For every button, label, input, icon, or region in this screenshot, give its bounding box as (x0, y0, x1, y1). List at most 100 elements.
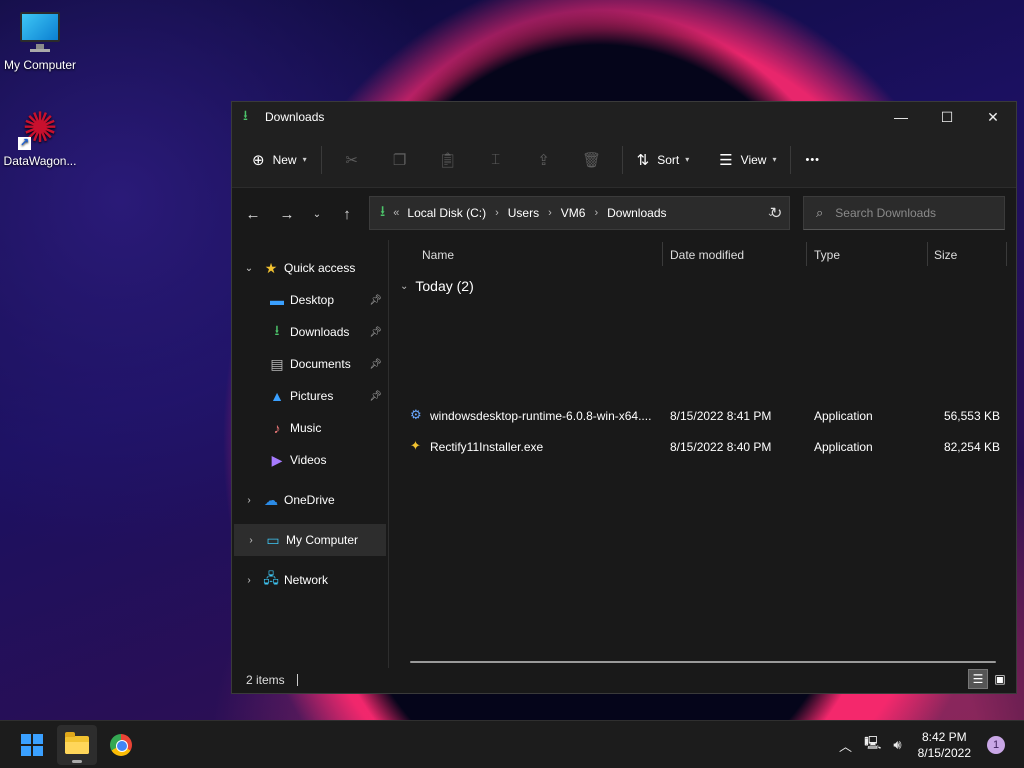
details-view-button[interactable]: ☰ (968, 669, 988, 689)
search-input[interactable] (835, 206, 986, 220)
forward-button[interactable]: → (270, 199, 304, 229)
chevron-right-icon[interactable]: › (244, 535, 258, 546)
status-bar: 2 items ☰ ▣ (232, 667, 1016, 693)
column-header-type[interactable]: Type (814, 248, 840, 262)
copy-icon: ❐ (392, 151, 407, 169)
clock[interactable]: 8:42 PM 8/15/2022 (918, 729, 971, 761)
sidebar-item-pictures[interactable]: ▲ Pictures 📌︎ (232, 380, 388, 412)
column-divider[interactable] (662, 242, 663, 266)
close-button[interactable]: ✕ (970, 102, 1016, 132)
column-divider[interactable] (927, 242, 928, 266)
sidebar-item-my-computer[interactable]: › ▭ My Computer (234, 524, 386, 556)
navigation-pane: ⌄ ★ Quick access ▬ Desktop 📌︎ ⭳ Download… (232, 240, 389, 668)
sidebar-item-onedrive[interactable]: › ☁ OneDrive (232, 484, 388, 516)
refresh-button[interactable]: ↻ (759, 196, 793, 230)
shortcut-arrow-icon: ↗ (18, 137, 31, 150)
star-icon: ★ (264, 259, 278, 276)
network-icon[interactable]: 🖳︎ (864, 734, 881, 756)
column-headers: Name Date modified Type Size (390, 240, 1016, 270)
command-bar: ⊕ New ▾ ✂ ❐ 📋︎ ⌶ ⇪ 🗑︎ ⇅ Sort ▾ ☰ View ▾ … (232, 132, 1016, 188)
view-label: View (740, 152, 767, 167)
breadcrumb-vm6[interactable]: VM6 (561, 206, 586, 220)
sidebar-item-music[interactable]: ♪ Music (232, 412, 388, 444)
video-icon: ▶ (271, 451, 283, 468)
desktop-icon-my-computer[interactable]: My Computer (0, 10, 80, 72)
sidebar-item-desktop[interactable]: ▬ Desktop 📌︎ (232, 284, 388, 316)
back-button[interactable]: ← (236, 199, 270, 229)
taskbar-file-explorer[interactable] (57, 725, 97, 765)
network-icon: 🖧︎ (263, 570, 279, 586)
desktop-icon-datawagon[interactable]: ✺ ↗ DataWagon... (0, 106, 80, 169)
chevron-right-icon[interactable]: › (242, 495, 256, 506)
system-tray: ︿ 🖳︎ 🔊︎ 8:42 PM 8/15/2022 1 (839, 721, 1024, 768)
rename-icon: ⌶ (491, 151, 501, 168)
minimize-button[interactable]: — (878, 102, 924, 132)
clock-time: 8:42 PM (921, 730, 967, 744)
pin-icon: 📌︎ (369, 390, 382, 402)
view-button[interactable]: ☰ View ▾ (711, 144, 784, 176)
recent-locations-button[interactable]: ⌄ (304, 199, 330, 229)
sidebar-item-videos[interactable]: ▶ Videos (232, 444, 388, 476)
sidebar-item-quick-access[interactable]: ⌄ ★ Quick access (232, 252, 388, 284)
sidebar-item-downloads[interactable]: ⭳ Downloads 📌︎ (232, 316, 388, 348)
cut-button[interactable]: ✂ (328, 144, 376, 176)
paste-button[interactable]: 📋︎ (424, 144, 472, 176)
title-bar[interactable]: ⭳ Downloads — ☐ ✕ (232, 102, 1016, 132)
file-type: Application (814, 409, 873, 423)
column-divider[interactable] (1006, 242, 1007, 266)
breadcrumb-downloads[interactable]: Downloads (607, 206, 666, 220)
sidebar-item-label: Pictures (290, 389, 334, 403)
file-date: 8/15/2022 8:41 PM (670, 409, 772, 423)
sidebar-item-documents[interactable]: ▤ Documents 📌︎ (232, 348, 388, 380)
file-row[interactable]: ⚙ windowsdesktop-runtime-6.0.8-win-x64..… (402, 403, 1002, 429)
more-options-button[interactable]: ••• (797, 144, 828, 176)
desktop-folder-icon: ▬ (270, 292, 284, 308)
new-button[interactable]: ⊕ New ▾ (244, 144, 315, 176)
notification-badge[interactable]: 1 (987, 736, 1005, 754)
pin-icon: 📌︎ (369, 326, 382, 338)
chevron-down-icon: ▾ (772, 155, 777, 164)
column-header-date[interactable]: Date modified (670, 248, 744, 262)
document-icon: ▤ (270, 355, 284, 372)
sidebar-item-label: Network (284, 573, 329, 587)
arrow-up-icon: ↑ (343, 205, 351, 223)
address-bar[interactable]: ⭳ « Local Disk (C:) › Users › VM6 › Down… (369, 196, 790, 230)
group-header-today[interactable]: ⌄ Today (2) (400, 278, 474, 294)
volume-icon[interactable]: 🔊︎ (893, 737, 901, 753)
sidebar-item-label: Desktop (290, 293, 335, 307)
delete-button[interactable]: 🗑︎ (568, 144, 616, 176)
up-button[interactable]: ↑ (330, 199, 364, 229)
copy-button[interactable]: ❐ (376, 144, 424, 176)
breadcrumb-local-disk[interactable]: Local Disk (C:) (407, 206, 486, 220)
clipboard-icon: 📋︎ (438, 151, 458, 169)
search-box[interactable]: ⌕ (803, 196, 1005, 230)
column-header-name[interactable]: Name (422, 248, 454, 262)
column-header-size[interactable]: Size (934, 248, 957, 262)
download-icon: ⭳ (380, 202, 386, 220)
large-icons-view-button[interactable]: ▣ (990, 669, 1010, 689)
start-button[interactable] (12, 725, 52, 765)
chevron-down-icon[interactable]: ⌄ (242, 263, 256, 274)
installer-icon: ⚙ (410, 407, 422, 422)
sidebar-item-network[interactable]: › 🖧︎ Network (232, 564, 388, 596)
monitor-icon (18, 10, 62, 54)
thumbnail-view-icon: ▣ (994, 672, 1006, 686)
horizontal-scrollbar[interactable] (410, 661, 996, 663)
file-name: Rectify11Installer.exe (430, 440, 544, 454)
sidebar-item-label: Videos (290, 453, 327, 467)
taskbar-chrome[interactable] (101, 725, 141, 765)
status-divider (296, 674, 298, 686)
maximize-button[interactable]: ☐ (924, 102, 970, 132)
file-row[interactable]: ✦ Rectify11Installer.exe 8/15/2022 8:40 … (402, 434, 1002, 460)
rename-button[interactable]: ⌶ (472, 144, 520, 176)
desktop-icon-label: DataWagon... (3, 154, 77, 168)
share-button[interactable]: ⇪ (520, 144, 568, 176)
column-divider[interactable] (806, 242, 807, 266)
breadcrumb-users[interactable]: Users (508, 206, 539, 220)
chrome-icon (110, 734, 132, 756)
plus-circle-icon: ⊕ (252, 151, 265, 169)
chevron-right-icon[interactable]: › (242, 575, 256, 586)
show-hidden-icons-button[interactable]: ︿ (839, 736, 852, 755)
more-locations-icon[interactable]: « (393, 207, 399, 219)
sort-button[interactable]: ⇅ Sort ▾ (629, 144, 698, 176)
